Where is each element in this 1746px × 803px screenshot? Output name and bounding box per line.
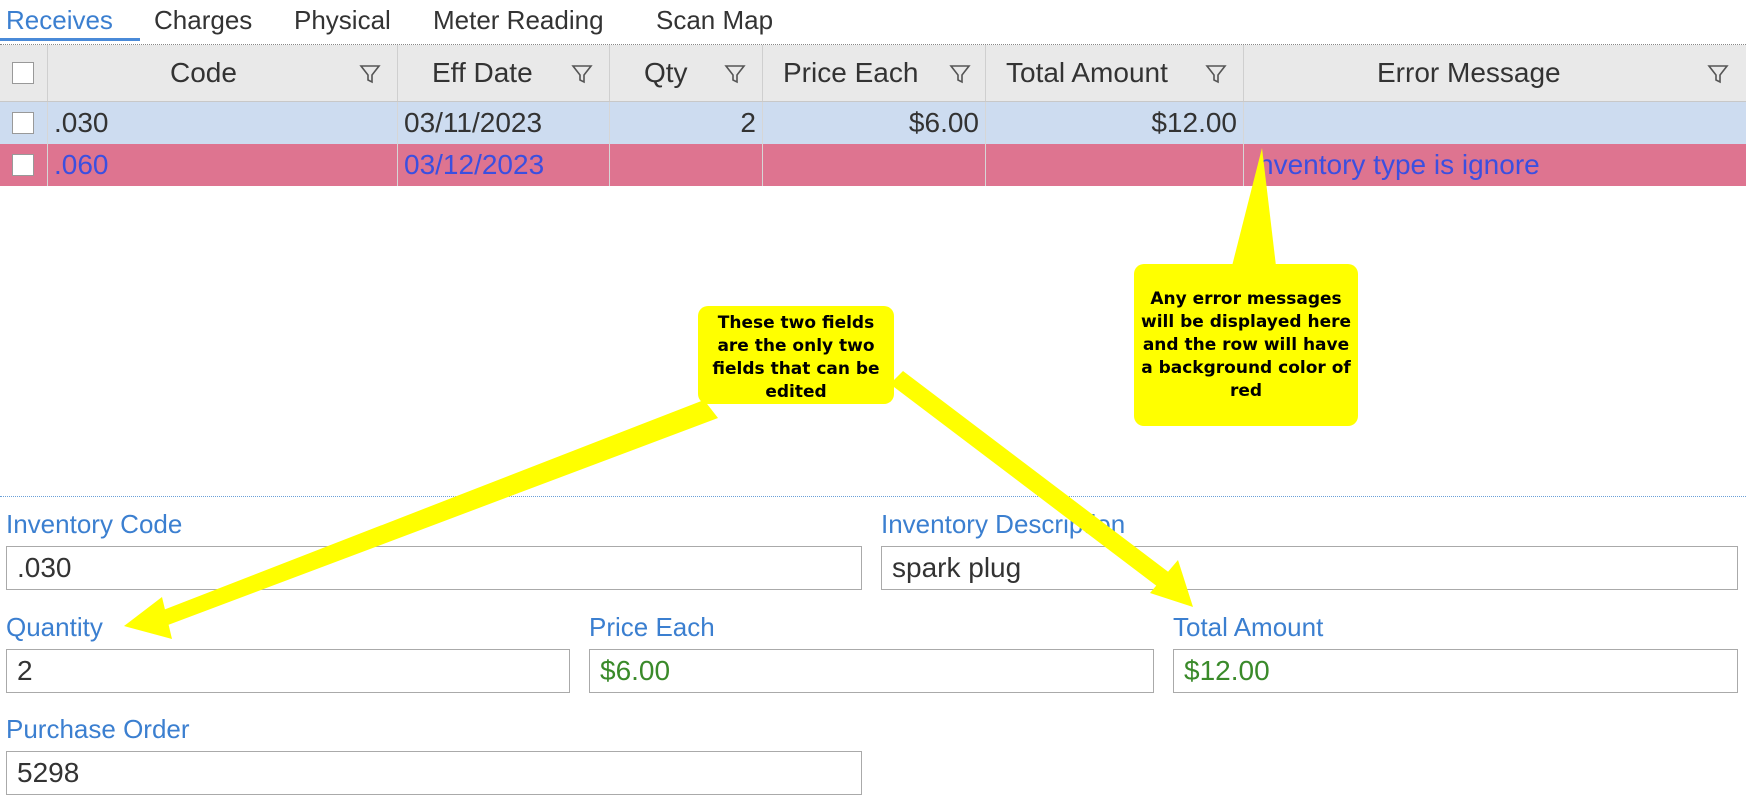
inventory-description-field[interactable]: spark plug [881,546,1738,590]
tab-meter-reading[interactable]: Meter Reading [433,2,604,38]
header-price-each[interactable]: Price Each [763,45,986,101]
header-error-message[interactable]: Error Message [1244,45,1746,101]
header-total-amount-label: Total Amount [1006,57,1168,88]
cell-error-message[interactable] [1244,102,1746,144]
header-error-message-label: Error Message [1377,57,1561,88]
total-amount-field[interactable]: $12.00 [1173,649,1738,693]
header-select-cell [0,45,48,101]
cell-eff-date[interactable]: 03/12/2023 [398,144,610,186]
quantity-label: Quantity [6,612,103,642]
cell-eff-date[interactable]: 03/11/2023 [398,102,610,144]
tab-bar: Receives Charges Physical Meter Reading … [0,0,1746,42]
tab-scan-map[interactable]: Scan Map [656,2,773,38]
cell-code[interactable]: .030 [48,102,398,144]
cell-error-message[interactable]: nventory type is ignore [1244,144,1746,186]
price-each-label: Price Each [589,612,715,642]
cell-qty[interactable]: 2 [610,102,763,144]
inventory-description-label: Inventory Description [881,509,1126,539]
active-tab-indicator [0,38,140,41]
header-code-label: Code [170,57,237,88]
tab-charges[interactable]: Charges [154,2,252,38]
table-row[interactable]: .030 03/11/2023 2 $6.00 $12.00 [0,102,1746,144]
detail-form: Inventory Code .030 Inventory Descriptio… [0,496,1746,803]
filter-icon[interactable] [1204,62,1228,86]
row-checkbox[interactable] [12,112,34,134]
filter-icon[interactable] [570,62,594,86]
row-select-cell [0,102,48,144]
header-eff-date-label: Eff Date [432,57,533,88]
cell-qty[interactable] [610,144,763,186]
cell-total-amount[interactable] [986,144,1244,186]
purchase-order-label: Purchase Order [6,714,190,744]
cell-total-amount[interactable]: $12.00 [986,102,1244,144]
quantity-field[interactable]: 2 [6,649,570,693]
tab-physical[interactable]: Physical [294,2,391,38]
header-qty[interactable]: Qty [610,45,763,101]
tab-receives[interactable]: Receives [6,2,113,38]
inventory-code-label: Inventory Code [6,509,183,539]
inventory-code-field[interactable]: .030 [6,546,862,590]
header-qty-label: Qty [644,57,688,88]
header-price-each-label: Price Each [783,57,919,88]
grid-header: Code Eff Date Qty Price Each Total Amoun… [0,45,1746,102]
cell-code[interactable]: .060 [48,144,398,186]
receives-grid: Code Eff Date Qty Price Each Total Amoun… [0,44,1746,497]
filter-icon[interactable] [358,62,382,86]
error-messages-callout: Any error messages will be displayed her… [1134,264,1358,426]
table-row[interactable]: .060 03/12/2023 nventory type is ignore [0,144,1746,186]
price-each-field[interactable]: $6.00 [589,649,1154,693]
purchase-order-field[interactable]: 5298 [6,751,862,795]
cell-price-each[interactable] [763,144,986,186]
row-select-cell [0,144,48,186]
filter-icon[interactable] [1706,62,1730,86]
select-all-checkbox[interactable] [12,62,34,84]
header-total-amount[interactable]: Total Amount [986,45,1244,101]
header-code[interactable]: Code [48,45,398,101]
total-amount-label: Total Amount [1173,612,1324,642]
editable-fields-callout: These two fields are the only two fields… [698,306,894,404]
cell-price-each[interactable]: $6.00 [763,102,986,144]
row-checkbox[interactable] [12,154,34,176]
header-eff-date[interactable]: Eff Date [398,45,610,101]
filter-icon[interactable] [948,62,972,86]
filter-icon[interactable] [723,62,747,86]
